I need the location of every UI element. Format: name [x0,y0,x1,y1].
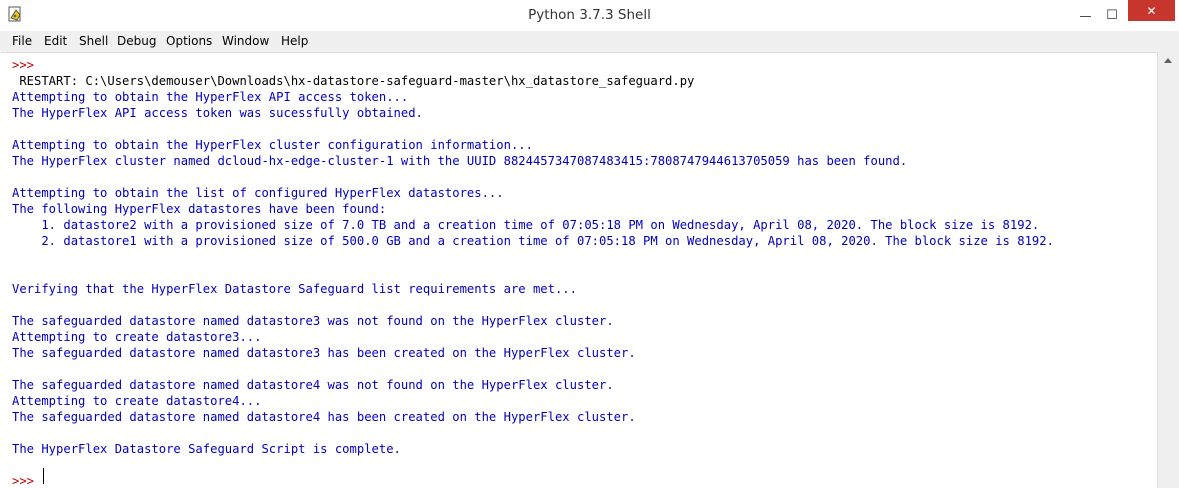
scroll-up-icon[interactable] [1164,58,1172,63]
minimize-icon: — [1079,8,1092,23]
shell-line: The safeguarded datastore named datastor… [12,410,636,424]
menu-window[interactable]: Window [222,34,269,48]
menu-shell[interactable]: Shell [79,34,108,48]
shell-line: Verifying that the HyperFlex Datastore S… [12,282,577,296]
shell-line: The HyperFlex Datastore Safeguard Script… [12,442,401,456]
shell-line: Attempting to obtain the list of configu… [12,186,504,200]
maximize-icon: ☐ [1106,8,1118,23]
shell-output[interactable]: >>> RESTART: C:\Users\demouser\Downloads… [1,52,1156,489]
shell-prompt: >>> [12,474,35,488]
shell-line: The safeguarded datastore named datastor… [12,378,614,392]
text-cursor [43,468,44,484]
menu-bar: File Edit Shell Debug Options Window Hel… [0,31,1179,52]
shell-prompt: >>> [12,58,35,72]
shell-line: 2. datastore1 with a provisioned size of… [12,234,1054,248]
shell-line: RESTART: C:\Users\demouser\Downloads\hx-… [12,74,695,88]
menu-options[interactable]: Options [166,34,212,48]
menu-debug[interactable]: Debug [117,34,156,48]
shell-line: The safeguarded datastore named datastor… [12,314,614,328]
title-bar: Python 3.7.3 Shell — ☐ ✕ [0,0,1179,32]
shell-line: 1. datastore2 with a provisioned size of… [12,218,1040,232]
close-button[interactable]: ✕ [1128,0,1175,21]
window-title: Python 3.7.3 Shell [528,7,651,23]
shell-line: Attempting to create datastore3... [12,330,262,344]
shell-line: The safeguarded datastore named datastor… [12,346,636,360]
shell-line: The HyperFlex API access token was suces… [12,106,423,120]
shell-line: Attempting to obtain the HyperFlex clust… [12,138,533,152]
maximize-button[interactable]: ☐ [1099,0,1125,31]
minimize-button[interactable]: — [1073,0,1098,31]
vertical-scrollbar[interactable] [1157,52,1179,488]
shell-line: The HyperFlex cluster named dcloud-hx-ed… [12,154,908,168]
shell-line: Attempting to create datastore4... [12,394,262,408]
menu-edit[interactable]: Edit [44,34,67,48]
close-icon: ✕ [1146,3,1157,18]
shell-line: Attempting to obtain the HyperFlex API a… [12,90,409,104]
menu-help[interactable]: Help [281,34,308,48]
menu-file[interactable]: File [12,34,32,48]
shell-line: The following HyperFlex datastores have … [12,202,387,216]
